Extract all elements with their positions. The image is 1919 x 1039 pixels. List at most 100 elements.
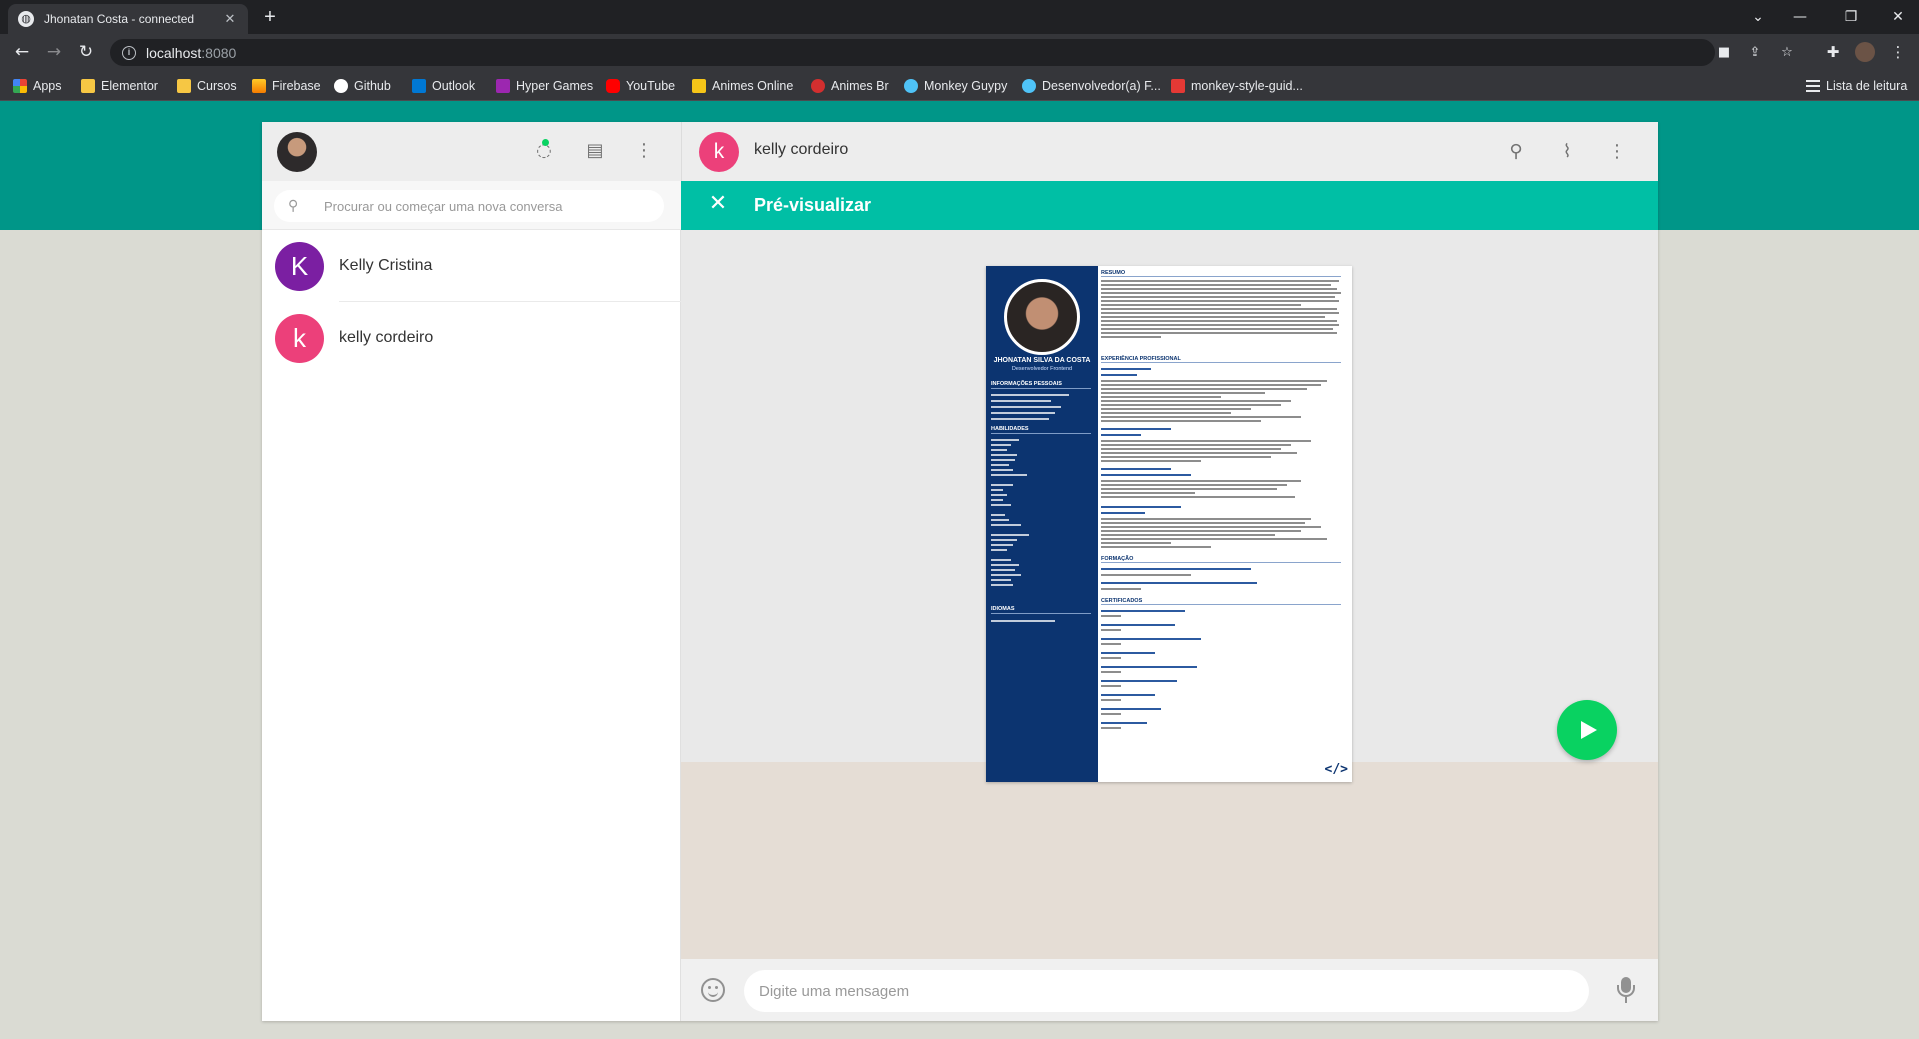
browser-tab[interactable]: ◍ Jhonatan Costa - connected ✕ [8, 4, 248, 34]
address-bar[interactable]: i localhost:8080 ■ ⇪ ☆ [110, 39, 1793, 66]
chat-item-kelly-cordeiro[interactable]: k kelly cordeiro [262, 302, 681, 374]
bookmark-elementor[interactable]: Elementor [81, 76, 158, 96]
text-line [1101, 610, 1185, 612]
text-line [1101, 680, 1177, 682]
text-line [1101, 526, 1321, 528]
restore-button[interactable]: ❐ [1831, 6, 1871, 28]
mic-stem [1625, 997, 1627, 1003]
bookmark-label: Animes Br [831, 79, 889, 93]
preview-bar: ✕ Pré-visualizar [681, 181, 1658, 230]
search-input[interactable] [324, 198, 654, 214]
text-line [1101, 328, 1333, 330]
bookmark-desenvolvedor[interactable]: Desenvolvedor(a) F... [1022, 76, 1161, 96]
bookmark-github[interactable]: Github [334, 76, 391, 96]
menu-kebab-icon[interactable]: ⋮ [632, 139, 656, 163]
bookmark-star-icon[interactable]: ☆ [1778, 44, 1796, 62]
text-line [991, 620, 1055, 622]
tab-search-icon[interactable]: ⌄ [1738, 6, 1778, 28]
text-line [1101, 380, 1327, 382]
send-button[interactable] [1557, 700, 1617, 760]
bookmark-monkey-guypy[interactable]: Monkey Guypy [904, 76, 1007, 96]
paperclip-icon[interactable]: ⌇ [1555, 140, 1579, 164]
chat-name: Kelly Cristina [339, 257, 433, 274]
bookmark-label: Firebase [272, 79, 321, 93]
bookmark-firebase[interactable]: Firebase [252, 76, 321, 96]
contact-avatar[interactable]: k [699, 132, 739, 172]
text-line [1101, 512, 1145, 514]
text-line [1101, 280, 1339, 282]
resume-sidebar: JHONATAN SILVA DA COSTA Desenvolvedor Fr… [986, 266, 1098, 782]
chat-item-kelly-cristina[interactable]: K Kelly Cristina [262, 230, 681, 302]
microphone-icon[interactable] [1614, 977, 1638, 1005]
profile-avatar[interactable] [1855, 42, 1875, 62]
new-tab-button[interactable]: + [258, 6, 282, 30]
text-line [1101, 324, 1339, 326]
conversation-header: k kelly cordeiro ⚲ ⌇ ⋮ [681, 122, 1658, 181]
bookmark-apps[interactable]: Apps [13, 76, 62, 96]
bookmark-youtube[interactable]: YouTube [606, 76, 675, 96]
bookmark-monkey-style-guide[interactable]: monkey-style-guid... [1171, 76, 1303, 96]
camera-icon[interactable]: ■ [1715, 44, 1733, 62]
info-icon[interactable]: i [122, 45, 136, 60]
text-line [1101, 296, 1335, 298]
text-line [1101, 546, 1211, 548]
text-line [1101, 657, 1121, 659]
reload-button[interactable]: ↻ [74, 40, 98, 64]
preview-title: Pré-visualizar [754, 195, 872, 215]
text-line [991, 394, 1069, 396]
text-line [991, 400, 1051, 402]
text-line [1101, 408, 1251, 410]
bookmark-outlook[interactable]: Outlook [412, 76, 475, 96]
message-input[interactable] [744, 970, 1589, 1012]
monkey-guypy-icon [904, 79, 918, 93]
search-icon[interactable]: ⚲ [1504, 140, 1528, 164]
my-avatar[interactable] [277, 132, 317, 172]
bookmark-label: monkey-style-guid... [1191, 79, 1303, 93]
menu-kebab-icon[interactable]: ⋮ [1605, 140, 1629, 164]
text-line [1101, 320, 1337, 322]
menu-kebab-icon[interactable]: ⋮ [1886, 40, 1910, 64]
text-line [1101, 629, 1121, 631]
text-line [991, 584, 1013, 586]
share-icon[interactable]: ⇪ [1746, 44, 1764, 62]
resume-section-heading: EXPERIÊNCIA PROFISSIONAL [1101, 356, 1341, 363]
document-preview: JHONATAN SILVA DA COSTA Desenvolvedor Fr… [986, 266, 1352, 782]
bookmark-label: Github [354, 79, 391, 93]
close-tab-icon[interactable]: ✕ [222, 11, 238, 27]
text-line [1101, 412, 1231, 414]
text-line [1101, 713, 1121, 715]
mic-cup [1617, 985, 1635, 997]
text-line [1101, 300, 1339, 302]
minimize-button[interactable]: — [1780, 6, 1820, 28]
search-icon: ⚲ [288, 198, 299, 214]
reading-list[interactable]: Lista de leitura [1806, 76, 1907, 96]
bookmark-animes-online[interactable]: Animes Online [692, 76, 793, 96]
bookmark-cursos[interactable]: Cursos [177, 76, 237, 96]
contact-name[interactable]: kelly cordeiro [754, 141, 848, 159]
text-line [1101, 448, 1281, 450]
bookmark-animes-br[interactable]: Animes Br [811, 76, 889, 96]
search-box[interactable]: ⚲ [274, 190, 664, 222]
emoji-icon[interactable] [701, 978, 725, 1002]
bookmark-label: Animes Online [712, 79, 794, 93]
text-line [991, 449, 1007, 451]
close-icon[interactable]: ✕ [706, 192, 730, 216]
text-line [1101, 440, 1311, 442]
forward-button[interactable]: → [42, 40, 66, 64]
bookmark-label: Outlook [432, 79, 476, 93]
close-window-button[interactable]: ✕ [1878, 6, 1918, 28]
folder-icon [81, 79, 95, 93]
text-line [991, 574, 1021, 576]
browser-toolbar: ← → ↻ i localhost:8080 ■ ⇪ ☆ ✚ ⋮ [0, 34, 1919, 70]
new-chat-icon[interactable]: ▤ [583, 139, 607, 163]
extensions-icon[interactable]: ✚ [1821, 40, 1845, 64]
text-line [1101, 615, 1121, 617]
globe-icon: ◍ [18, 11, 34, 27]
text-line [1101, 456, 1271, 458]
resume-section-heading: RESUMO [1101, 270, 1341, 277]
text-line [1101, 444, 1291, 446]
bookmark-hyper-games[interactable]: Hyper Games [496, 76, 593, 96]
back-button[interactable]: ← [10, 40, 34, 64]
text-line [1101, 574, 1191, 576]
reading-list-icon [1806, 80, 1820, 92]
